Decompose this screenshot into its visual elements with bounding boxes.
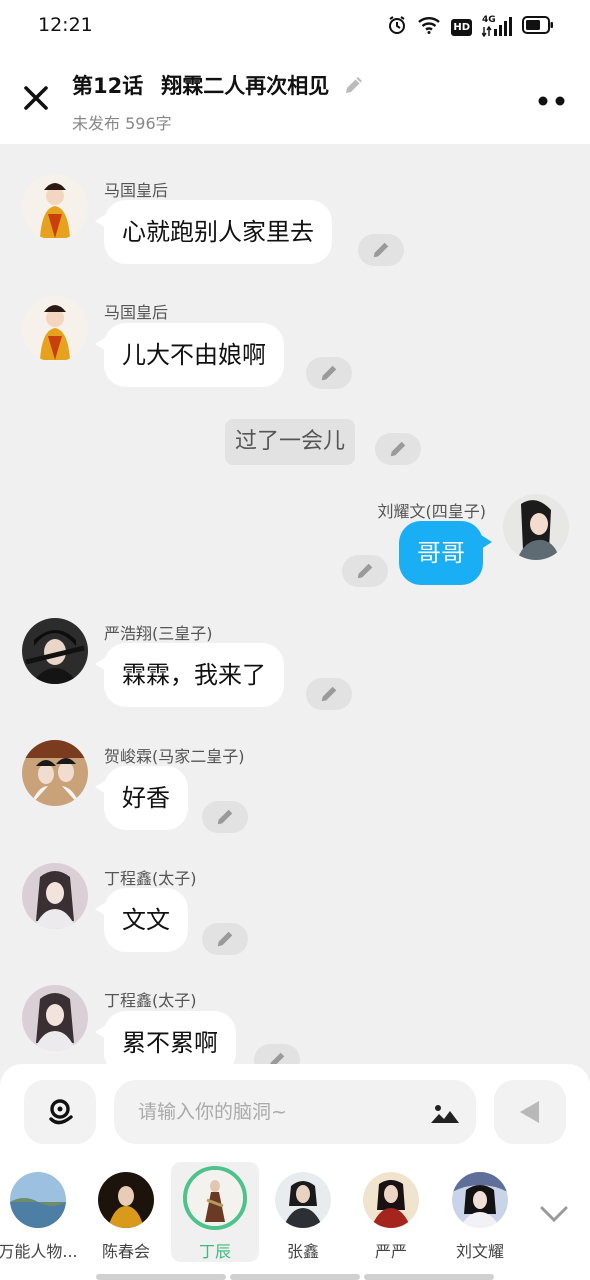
character-name: 陈春会: [101, 1242, 150, 1261]
speaker-name: 马国皇后: [104, 303, 169, 322]
character-avatar: [452, 1172, 508, 1228]
signal-icon: 4G: [482, 15, 512, 37]
prince-avatar-icon: [22, 863, 88, 929]
chapter-number: 第12话: [72, 74, 144, 98]
chapter-status: 未发布 596字: [72, 114, 172, 133]
prince-avatar-icon: [503, 494, 569, 560]
character-item[interactable]: 陈春会: [82, 1162, 170, 1262]
avatar[interactable]: [22, 174, 88, 240]
message-bubble[interactable]: 心就跑别人家里去: [95, 200, 332, 264]
narration-text[interactable]: 过了一会儿: [225, 419, 356, 465]
edit-message-button[interactable]: [342, 555, 388, 587]
close-button[interactable]: [20, 82, 52, 114]
prince-avatar-icon: [22, 985, 88, 1051]
speaker-name: 贺峻霖(马家二皇子): [104, 747, 245, 766]
character-name: 张鑫: [286, 1242, 319, 1261]
pencil-icon: [217, 931, 233, 947]
character-item[interactable]: 万能人物...: [0, 1162, 82, 1262]
expand-characters-button[interactable]: [538, 1204, 570, 1224]
more-button[interactable]: [538, 92, 566, 106]
character-name: 刘文耀: [455, 1242, 504, 1261]
avatar[interactable]: [22, 618, 88, 684]
character-item-selected[interactable]: 丁辰: [171, 1162, 259, 1262]
wifi-icon: [417, 16, 441, 38]
pencil-icon: [357, 563, 373, 579]
pencil-icon: [270, 1052, 285, 1064]
character-name: 万能人物...: [0, 1242, 78, 1261]
edit-title-button[interactable]: [343, 74, 365, 96]
pencil-icon: [346, 77, 363, 93]
message-bubble[interactable]: 文文: [95, 888, 188, 952]
status-time: 12:21: [38, 14, 93, 36]
voice-button[interactable]: [24, 1080, 96, 1144]
edit-message-button[interactable]: [202, 923, 248, 955]
edit-message-button[interactable]: [306, 678, 352, 710]
avatar[interactable]: [22, 863, 88, 929]
edit-message-button[interactable]: [202, 801, 248, 833]
character-avatar: [275, 1172, 331, 1228]
queen-avatar-icon: [22, 296, 88, 362]
more-dots-icon: [538, 96, 565, 106]
edit-message-button[interactable]: [254, 1044, 300, 1064]
status-icons: HD 4G: [387, 15, 554, 39]
avatar[interactable]: [22, 740, 88, 806]
send-icon: [520, 1101, 539, 1123]
page-title: 第12话 翔霖二人再次相见: [72, 70, 365, 100]
alarm-icon: [387, 15, 407, 39]
queen-avatar-icon: [22, 174, 88, 240]
image-icon: [431, 1105, 459, 1123]
voice-icon: [49, 1099, 73, 1125]
speaker-name: 丁程鑫(太子): [104, 869, 197, 888]
send-button[interactable]: [494, 1080, 566, 1144]
avatar[interactable]: [22, 985, 88, 1051]
chevron-down-icon: [540, 1206, 568, 1223]
character-avatar: [183, 1166, 247, 1230]
avatar[interactable]: [22, 296, 88, 362]
character-avatar: [363, 1172, 419, 1228]
speaker-name: 丁程鑫(太子): [104, 991, 197, 1010]
status-bar: 12:21 HD 4G: [0, 0, 590, 52]
image-button[interactable]: [430, 1104, 460, 1124]
character-item[interactable]: 刘文耀: [436, 1162, 524, 1262]
title-block: 第12话 翔霖二人再次相见 未发布 596字: [72, 70, 365, 134]
pencil-icon: [321, 365, 337, 381]
edit-message-button[interactable]: [358, 234, 404, 266]
pencil-icon: [217, 809, 233, 825]
speaker-name: 马国皇后: [104, 181, 169, 200]
hd-icon: HD: [451, 18, 472, 36]
character-name: 严严: [374, 1242, 407, 1261]
character-item[interactable]: 严严: [347, 1162, 435, 1262]
avatar[interactable]: [503, 494, 569, 560]
prince-avatar-icon: [22, 740, 88, 806]
chapter-header: 第12话 翔霖二人再次相见 未发布 596字: [0, 52, 590, 144]
message-bubble[interactable]: 累不累啊: [95, 1011, 236, 1064]
close-icon: [24, 86, 48, 110]
message-bubble[interactable]: 好香: [95, 766, 188, 830]
chapter-title: 翔霖二人再次相见: [161, 74, 330, 98]
edit-message-button[interactable]: [375, 433, 421, 465]
message-input[interactable]: [114, 1080, 476, 1144]
composer-panel: 万能人物... 陈春会 丁辰 张鑫 严严: [0, 1064, 590, 1280]
battery-icon: [522, 16, 554, 38]
pencil-icon: [321, 686, 337, 702]
speaker-name: 刘耀文(四皇子): [377, 502, 487, 521]
pencil-icon: [373, 242, 389, 258]
edit-message-button[interactable]: [306, 357, 352, 389]
chat-area[interactable]: 马国皇后 心就跑别人家里去 马国皇后 儿大不由娘啊 过了一会儿 刘耀文(四皇子)…: [0, 144, 590, 1064]
pencil-icon: [390, 441, 406, 457]
message-bubble[interactable]: 哥哥: [399, 521, 492, 585]
character-name: 丁辰: [198, 1242, 231, 1261]
speaker-name: 严浩翔(三皇子): [104, 624, 213, 643]
scroll-indicator: [96, 1274, 494, 1280]
prince-avatar-icon: [22, 618, 88, 684]
message-bubble[interactable]: 霖霖，我来了: [95, 643, 284, 707]
character-avatar: [10, 1172, 66, 1228]
character-selector[interactable]: 万能人物... 陈春会 丁辰 张鑫 严严 刘文耀: [0, 1160, 590, 1272]
character-item[interactable]: 张鑫: [259, 1162, 347, 1262]
message-bubble[interactable]: 儿大不由娘啊: [95, 323, 284, 387]
character-avatar: [98, 1172, 154, 1228]
